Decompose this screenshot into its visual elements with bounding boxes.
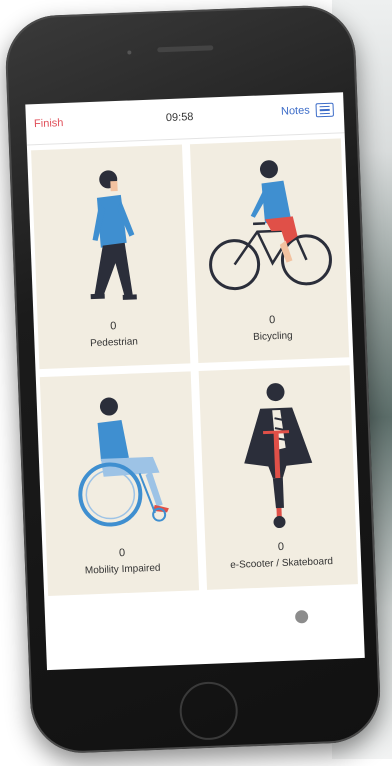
notes-label: Notes bbox=[280, 104, 310, 118]
session-timer: 09:58 bbox=[165, 111, 194, 125]
counter-tile-e-scooter-skateboard[interactable]: 0 e-Scooter / Skateboard bbox=[198, 365, 358, 590]
counter-tile-bicycling[interactable]: 0 Bicycling bbox=[189, 138, 350, 364]
home-button[interactable] bbox=[178, 680, 239, 742]
finish-button[interactable]: Finish bbox=[34, 117, 64, 130]
front-camera bbox=[127, 50, 132, 55]
notes-icon bbox=[315, 102, 334, 118]
counter-grid: 0 Pedestrian 0 Bicycling 0 Mobility Impa… bbox=[31, 138, 358, 596]
notes-button[interactable]: Notes bbox=[280, 102, 334, 119]
earpiece-speaker bbox=[157, 45, 214, 53]
page-indicator-dot[interactable] bbox=[294, 610, 309, 624]
device-stage: Finish 09:58 Notes 0 Pedestrian 0 Bicycl… bbox=[0, 0, 392, 766]
top-bar: Finish 09:58 Notes bbox=[25, 92, 345, 146]
counter-tile-mobility-impaired[interactable]: 0 Mobility Impaired bbox=[39, 371, 200, 596]
phone-device: Finish 09:58 Notes 0 Pedestrian 0 Bicycl… bbox=[3, 3, 383, 755]
counter-tile-pedestrian[interactable]: 0 Pedestrian bbox=[31, 144, 191, 370]
app-screen: Finish 09:58 Notes 0 Pedestrian 0 Bicycl… bbox=[25, 92, 365, 671]
